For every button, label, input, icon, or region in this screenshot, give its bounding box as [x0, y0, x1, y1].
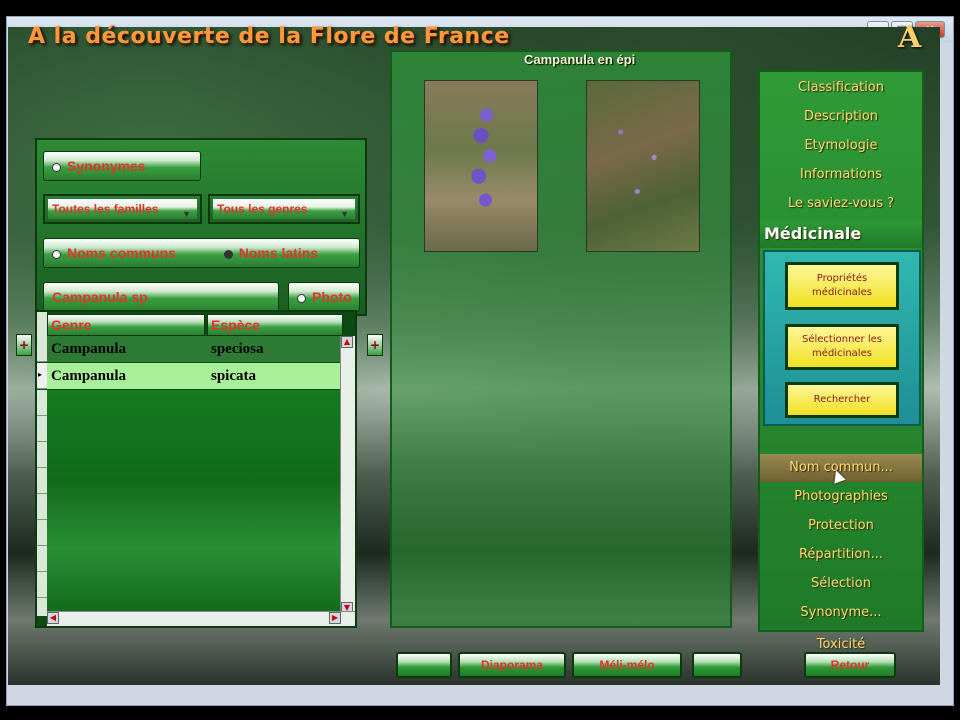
scroll-up-icon[interactable]: ▲ [341, 336, 353, 348]
cell-genre[interactable]: Campanula [47, 363, 207, 389]
retour-button[interactable]: Retour [804, 652, 896, 678]
menu-item-informations[interactable]: Informations [760, 161, 922, 189]
cell-espece[interactable]: spicata [207, 363, 343, 389]
genre-select-value: Tous les genres [217, 202, 308, 216]
menu-item-etymologie[interactable]: Etymologie [760, 132, 922, 160]
search-input[interactable]: Campanula sp [43, 282, 279, 312]
family-select[interactable]: Toutes les familles ▼ [43, 194, 202, 224]
cell-genre[interactable]: Campanula [47, 336, 207, 362]
name-mode-radio-group: Noms communs Noms latins [43, 238, 360, 268]
radio-common-names[interactable] [52, 249, 61, 259]
chevron-down-icon: ▼ [182, 209, 191, 219]
synonymes-checkbox[interactable] [52, 162, 61, 172]
scroll-left-icon[interactable]: ◀ [47, 612, 59, 624]
menu-item-repartition[interactable]: Répartition... [760, 541, 922, 569]
table-vertical-scrollbar[interactable]: ▲ ▼ [340, 336, 355, 614]
chevron-down-icon: ▼ [340, 209, 349, 219]
species-table: Genre Espèce Campanula speciosa ▸ Campan… [35, 310, 357, 628]
screen-top-bar [0, 0, 960, 16]
plant-photo-1[interactable] [424, 80, 538, 252]
menu-item-photographies[interactable]: Photographies [760, 483, 922, 511]
row-selector-active[interactable]: ▸ [37, 363, 47, 389]
rechercher-button[interactable]: Rechercher [785, 382, 899, 418]
menu-section-medicinale[interactable]: Médicinale [760, 220, 922, 248]
bottom-button-4[interactable] [692, 652, 742, 678]
radio-latin-names[interactable] [223, 249, 233, 259]
menu-item-protection[interactable]: Protection [760, 512, 922, 540]
meli-melo-button[interactable]: Méli-mélo [572, 652, 682, 678]
right-menu-panel: Classification Description Etymologie In… [758, 70, 924, 632]
search-input-value: Campanula sp [52, 289, 148, 305]
menu-item-description[interactable]: Description [760, 103, 922, 131]
synonymes-button[interactable]: Synonymes [43, 151, 201, 181]
radio-latin-label: Noms latins [238, 245, 319, 261]
menu-item-le-saviez-vous[interactable]: Le saviez-vous ? [760, 190, 922, 218]
family-select-value: Toutes les familles [52, 202, 159, 216]
table-horizontal-scrollbar[interactable]: ◀ ▶ [47, 611, 355, 626]
add-right-button[interactable]: + [367, 334, 383, 356]
bottom-button-1[interactable] [396, 652, 452, 678]
photo-checkbox[interactable]: Photo [288, 282, 360, 312]
table-corner [37, 312, 47, 338]
row-selector[interactable] [37, 336, 47, 362]
add-left-button[interactable]: + [16, 334, 32, 356]
genre-select[interactable]: Tous les genres ▼ [208, 194, 360, 224]
app-title: A la découverte de la Flore de France [28, 24, 510, 49]
diaporama-button[interactable]: Diaporama [458, 652, 566, 678]
menu-item-synonyme[interactable]: Synonyme... [760, 599, 922, 627]
proprietes-medicinales-button[interactable]: Propriétés médicinales [785, 262, 899, 310]
column-header-genre[interactable]: Genre [47, 314, 205, 336]
medicinal-actions-box: Propriétés médicinales Sélectionner les … [763, 250, 921, 426]
selectionner-medicinales-button[interactable]: Sélectionner les médicinales [785, 324, 899, 370]
cell-espece[interactable]: speciosa [207, 336, 343, 362]
radio-common-label: Noms communs [67, 245, 176, 261]
row-selector-column [37, 390, 47, 616]
column-header-espece[interactable]: Espèce [207, 314, 343, 336]
plant-name: Campanula en épi [524, 52, 636, 67]
table-empty-area [47, 390, 343, 616]
app-logo: A [898, 20, 922, 55]
menu-item-classification[interactable]: Classification [760, 74, 922, 102]
scroll-right-icon[interactable]: ▶ [329, 612, 341, 624]
synonymes-label: Synonymes [67, 158, 146, 174]
plant-photo-2[interactable] [586, 80, 700, 252]
menu-item-selection[interactable]: Sélection [760, 570, 922, 598]
photo-checkbox-label: Photo [312, 289, 352, 305]
photo-checkbox-box[interactable] [297, 293, 306, 303]
